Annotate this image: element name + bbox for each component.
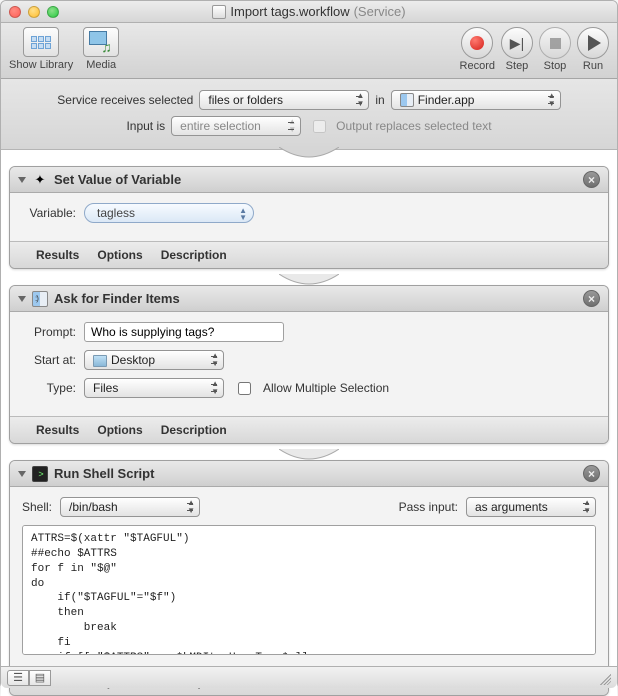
finder-icon <box>400 93 414 107</box>
action-header[interactable]: Ask for Finder Items × <box>10 286 608 312</box>
action-footer: Results Options Description <box>10 241 608 268</box>
disclosure-triangle-icon[interactable] <box>18 177 26 183</box>
run-button[interactable]: Run <box>577 27 609 72</box>
shell-label: Shell: <box>22 500 52 514</box>
output-replaces-checkbox <box>313 120 326 133</box>
pass-input-select[interactable]: as arguments <box>466 497 596 517</box>
type-select[interactable]: Files <box>84 378 224 398</box>
stop-icon <box>550 38 561 49</box>
stop-label: Stop <box>544 60 567 72</box>
titlebar: Import tags.workflow (Service) <box>1 1 617 23</box>
action-header[interactable]: ✦ Set Value of Variable × <box>10 167 608 193</box>
bottom-bar: ☰ ▤ <box>1 666 617 688</box>
variable-action-icon: ✦ <box>32 172 48 188</box>
options-tab[interactable]: Options <box>97 423 142 437</box>
receives-label: Service receives selected <box>57 93 193 107</box>
results-tab[interactable]: Results <box>36 423 79 437</box>
variable-select[interactable]: tagless ▲▼ <box>84 203 254 223</box>
action-set-variable[interactable]: ✦ Set Value of Variable × Variable: tagl… <box>9 166 609 269</box>
in-label: in <box>375 93 384 107</box>
input-is-select: entire selection <box>171 116 301 136</box>
prompt-label: Prompt: <box>22 325 76 339</box>
remove-action-button[interactable]: × <box>583 171 600 188</box>
toolbar: Show Library ♫ Media Record ▶| Step Stop… <box>1 23 617 79</box>
receives-app-select[interactable]: Finder.app <box>391 90 561 110</box>
action-title: Set Value of Variable <box>54 172 181 187</box>
results-tab[interactable]: Results <box>36 248 79 262</box>
view-grid-button[interactable]: ▤ <box>29 670 51 686</box>
allow-multiple-label: Allow Multiple Selection <box>263 381 389 395</box>
allow-multiple-checkbox[interactable] <box>238 382 251 395</box>
remove-action-button[interactable]: × <box>583 465 600 482</box>
window-title-text: Import tags.workflow <box>230 4 349 19</box>
document-proxy-icon[interactable] <box>212 5 226 19</box>
shell-select[interactable]: /bin/bash <box>60 497 200 517</box>
terminal-action-icon <box>32 466 48 482</box>
service-config: Service receives selected files or folde… <box>1 79 617 150</box>
run-label: Run <box>583 60 603 72</box>
library-icon <box>23 27 59 57</box>
step-button[interactable]: ▶| Step <box>501 27 533 72</box>
window-subtitle: (Service) <box>354 4 406 19</box>
action-run-shell-script[interactable]: Run Shell Script × Shell: /bin/bash ▲▼ P… <box>9 460 609 696</box>
pass-input-label: Pass input: <box>399 500 458 514</box>
output-replaces-label: Output replaces selected text <box>336 119 491 133</box>
workflow-canvas[interactable]: ✦ Set Value of Variable × Variable: tagl… <box>1 158 617 696</box>
resize-grip[interactable] <box>597 671 611 685</box>
step-icon: ▶| <box>510 35 524 52</box>
action-title: Run Shell Script <box>54 466 154 481</box>
record-icon <box>470 36 484 50</box>
variable-label: Variable: <box>22 206 76 220</box>
run-icon <box>588 35 601 51</box>
window-title: Import tags.workflow (Service) <box>1 4 617 19</box>
stop-button[interactable]: Stop <box>539 27 571 72</box>
record-button[interactable]: Record <box>460 27 495 72</box>
type-label: Type: <box>22 381 76 395</box>
record-label: Record <box>460 60 495 72</box>
media-button[interactable]: ♫ Media <box>83 27 119 71</box>
finder-action-icon <box>32 291 48 307</box>
show-library-button[interactable]: Show Library <box>9 27 73 71</box>
show-library-label: Show Library <box>9 59 73 71</box>
action-title: Ask for Finder Items <box>54 291 180 306</box>
action-header[interactable]: Run Shell Script × <box>10 461 608 487</box>
input-is-label: Input is <box>126 119 165 133</box>
prompt-input[interactable] <box>84 322 284 342</box>
media-icon: ♫ <box>83 27 119 57</box>
options-tab[interactable]: Options <box>97 248 142 262</box>
receives-type-select[interactable]: files or folders <box>199 90 369 110</box>
view-list-button[interactable]: ☰ <box>7 670 29 686</box>
description-tab[interactable]: Description <box>161 423 227 437</box>
script-textarea[interactable] <box>22 525 596 655</box>
disclosure-triangle-icon[interactable] <box>18 471 26 477</box>
disclosure-triangle-icon[interactable] <box>18 296 26 302</box>
start-at-label: Start at: <box>22 353 76 367</box>
desktop-icon <box>93 355 107 367</box>
media-label: Media <box>86 59 116 71</box>
remove-action-button[interactable]: × <box>583 290 600 307</box>
description-tab[interactable]: Description <box>161 248 227 262</box>
step-label: Step <box>506 60 529 72</box>
action-ask-finder-items[interactable]: Ask for Finder Items × Prompt: Start at:… <box>9 285 609 444</box>
start-at-select[interactable]: Desktop <box>84 350 224 370</box>
action-footer: Results Options Description <box>10 416 608 443</box>
